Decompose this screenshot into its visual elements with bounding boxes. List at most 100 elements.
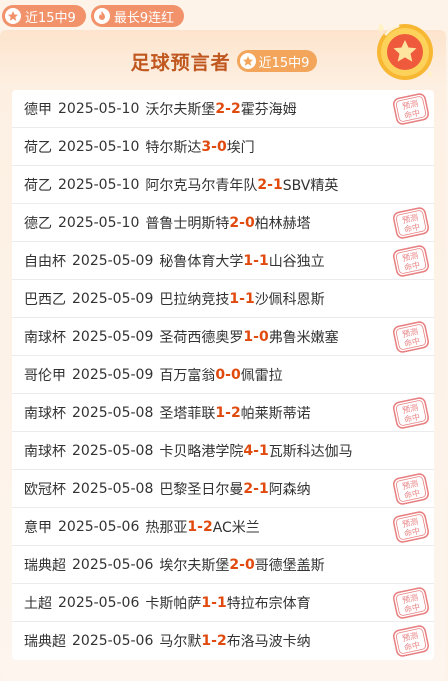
match-league: 意甲 xyxy=(24,519,52,536)
match-row[interactable]: 南球杯 2025-05-08 圣塔菲联 1 - 2 帕莱斯蒂诺 预测 命中 xyxy=(12,394,434,432)
match-date: 2025-05-09 xyxy=(72,328,154,345)
match-away-team: 埃门 xyxy=(226,139,255,156)
match-away-score: 2 xyxy=(216,633,227,649)
match-row[interactable]: 意甲 2025-05-06 热那亚 1 - 2 AC米兰 预测 命中 xyxy=(12,508,434,546)
match-row[interactable]: 荷乙 2025-05-10 特尔斯达 3 - 0 埃门 xyxy=(12,128,434,166)
match-date: 2025-05-08 xyxy=(72,404,154,421)
flame-icon xyxy=(93,8,110,24)
prediction-hit-stamp: 预测命中 xyxy=(393,397,429,429)
match-away-score: 1 xyxy=(258,442,269,459)
match-home-team: 普鲁士明斯特 xyxy=(145,215,230,232)
match-away-score: 1 xyxy=(216,594,227,611)
match-date: 2025-05-06 xyxy=(72,633,154,649)
match-away-score: 2 xyxy=(230,100,241,117)
match-date: 2025-05-06 xyxy=(72,556,154,573)
match-row[interactable]: 欧冠杯 2025-05-08 巴黎圣日尔曼 2 - 1 阿森纳 预测 命中 xyxy=(12,470,434,508)
match-away-score: 1 xyxy=(272,176,283,193)
match-date: 2025-05-09 xyxy=(72,290,154,307)
prediction-hit-stamp: 预测命中 xyxy=(393,587,429,619)
match-home-score: 4 xyxy=(243,442,254,459)
prediction-hit-stamp: 预测命中 xyxy=(393,321,429,353)
match-away-team: AC米兰 xyxy=(212,519,260,536)
match-league: 瑞典超 xyxy=(24,557,66,574)
match-home-team: 特尔斯达 xyxy=(145,139,202,156)
page-title: 足球预言者 xyxy=(130,51,231,74)
match-league: 欧冠杯 xyxy=(24,481,66,498)
match-row[interactable]: 瑞典超 2025-05-06 埃尔夫斯堡 2 - 0 哥德堡盖斯 xyxy=(12,546,434,584)
match-away-team: 佩雷拉 xyxy=(240,367,283,384)
match-away-team: 布洛马波卡纳 xyxy=(226,634,311,650)
match-home-team: 马尔默 xyxy=(159,634,202,650)
match-home-score: 2 xyxy=(215,100,226,117)
match-away-score: 1 xyxy=(258,252,269,269)
match-row[interactable]: 哥伦甲 2025-05-09 百万富翁 0 - 0 佩雷拉 xyxy=(12,356,434,394)
match-away-team: 霍芬海姆 xyxy=(240,101,297,118)
prediction-hit-stamp: 预测命中 xyxy=(393,625,429,657)
top-badges: 近15中9 最长9连红 xyxy=(2,5,185,27)
match-home-score: 2 xyxy=(229,214,240,231)
match-date: 2025-05-08 xyxy=(72,442,154,459)
match-row[interactable]: 荷乙 2025-05-10 阿尔克马尔青年队 2 - 1 SBV精英 xyxy=(12,166,434,204)
match-date: 2025-05-10 xyxy=(58,138,140,155)
prediction-hit-stamp: 预测命中 xyxy=(393,93,429,125)
match-away-team: 帕莱斯蒂诺 xyxy=(240,405,311,422)
longest-streak-label: 最长9连红 xyxy=(113,10,175,26)
match-date: 2025-05-09 xyxy=(72,252,154,269)
match-date: 2025-05-06 xyxy=(58,594,140,611)
match-home-score: 1 xyxy=(201,594,212,611)
match-away-score: 0 xyxy=(258,328,269,345)
match-away-score: 0 xyxy=(216,138,227,155)
match-row[interactable]: 德甲 2025-05-10 沃尔夫斯堡 2 - 2 霍芬海姆 预测 命中 xyxy=(12,90,434,128)
match-away-team: 哥德堡盖斯 xyxy=(254,557,325,574)
match-league: 南球杯 xyxy=(24,443,66,460)
match-away-score: 0 xyxy=(230,366,241,383)
match-home-score: 2 xyxy=(257,176,268,193)
star-icon xyxy=(239,53,256,69)
match-row[interactable]: 瑞典超 2025-05-06 马尔默 1 - 2 布洛马波卡纳 预测 命中 xyxy=(12,622,434,660)
match-home-team: 埃尔夫斯堡 xyxy=(159,557,230,574)
match-date: 2025-05-08 xyxy=(72,480,154,497)
star-icon xyxy=(5,8,21,24)
match-row[interactable]: 德乙 2025-05-10 普鲁士明斯特 2 - 0 柏林赫塔 预测 命中 xyxy=(12,204,434,242)
match-league: 荷乙 xyxy=(24,177,52,194)
match-date: 2025-05-09 xyxy=(72,366,154,383)
match-row[interactable]: 南球杯 2025-05-09 圣荷西德奥罗 1 - 0 弗鲁米嫩塞 预测 命中 xyxy=(12,318,434,356)
match-home-team: 阿尔克马尔青年队 xyxy=(145,177,258,194)
match-home-score: 1 xyxy=(243,252,254,269)
match-league: 德乙 xyxy=(24,215,52,232)
match-league: 南球杯 xyxy=(24,405,66,422)
match-away-score: 0 xyxy=(244,556,255,573)
recent-streak-label: 近15中9 xyxy=(25,10,76,26)
match-away-score: 0 xyxy=(244,214,255,231)
longest-streak-badge: 最长9连红 xyxy=(90,5,185,27)
match-league: 土超 xyxy=(24,595,52,612)
match-row[interactable]: 土超 2025-05-06 卡斯帕萨 1 - 1 特拉布宗体育 预测 命中 xyxy=(12,584,434,622)
match-home-team: 巴拉纳竞技 xyxy=(159,291,230,308)
medal-icon xyxy=(377,23,433,80)
match-home-score: 3 xyxy=(201,138,212,155)
match-league: 瑞典超 xyxy=(24,634,66,650)
match-home-team: 热那亚 xyxy=(145,519,188,536)
match-home-team: 沃尔夫斯堡 xyxy=(145,101,216,118)
prediction-hit-stamp: 预测命中 xyxy=(393,207,429,239)
match-away-team: 山谷独立 xyxy=(268,253,325,270)
match-league: 德甲 xyxy=(24,101,52,118)
match-away-team: SBV精英 xyxy=(282,177,339,194)
match-date: 2025-05-10 xyxy=(58,214,140,231)
match-row[interactable]: 南球杯 2025-05-08 卡贝略港学院 4 - 1 瓦斯科达伽马 xyxy=(12,432,434,470)
match-date: 2025-05-10 xyxy=(58,100,140,117)
match-home-score: 1 xyxy=(243,328,254,345)
match-away-score: 1 xyxy=(244,290,255,307)
match-row[interactable]: 自由杯 2025-05-09 秘鲁体育大学 1 - 1 山谷独立 预测 命中 xyxy=(12,242,434,280)
match-away-team: 沙佩科恩斯 xyxy=(254,291,325,308)
match-league: 哥伦甲 xyxy=(24,367,66,384)
match-home-team: 巴黎圣日尔曼 xyxy=(159,481,244,498)
match-away-team: 阿森纳 xyxy=(268,481,311,498)
match-league: 巴西乙 xyxy=(24,291,66,308)
match-away-team: 弗鲁米嫩塞 xyxy=(268,329,339,346)
match-home-score: 1 xyxy=(187,518,198,535)
match-away-team: 瓦斯科达伽马 xyxy=(268,443,353,460)
match-home-team: 秘鲁体育大学 xyxy=(159,253,244,270)
match-row[interactable]: 巴西乙 2025-05-09 巴拉纳竞技 1 - 1 沙佩科恩斯 xyxy=(12,280,434,318)
match-away-team: 柏林赫塔 xyxy=(254,215,311,232)
